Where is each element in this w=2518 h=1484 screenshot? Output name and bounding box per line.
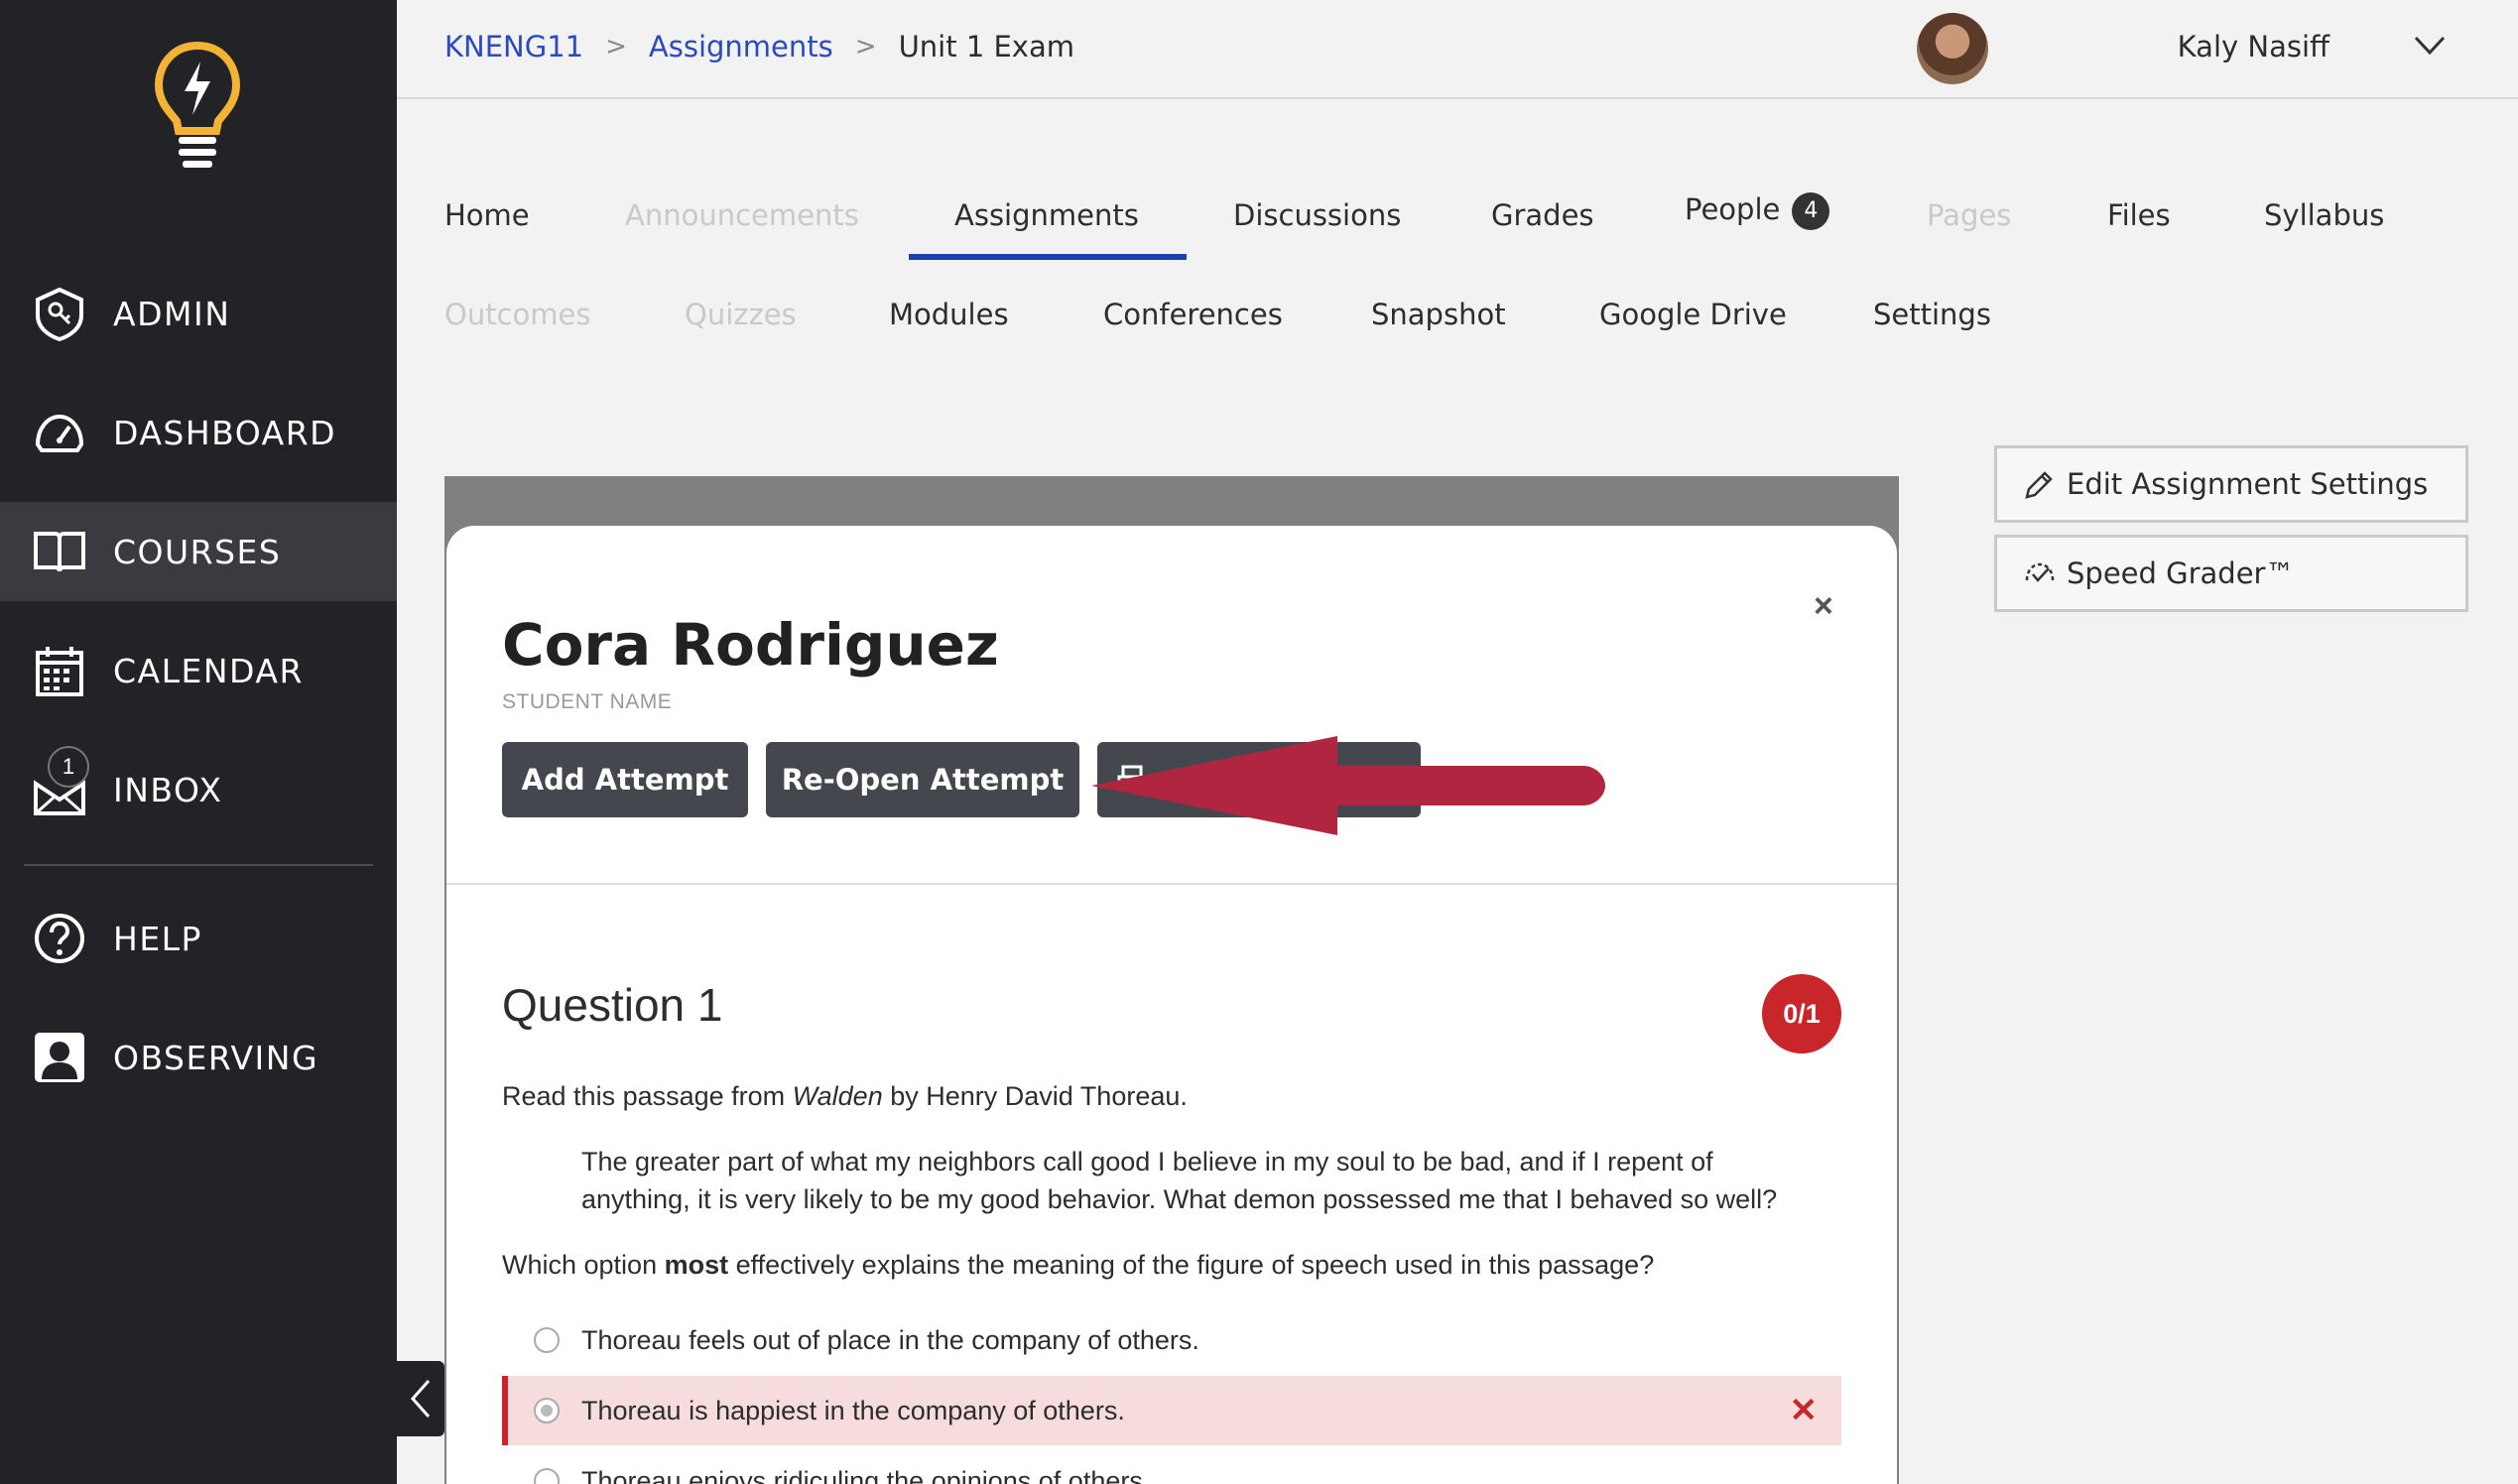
sidebar-item-label: DASHBOARD <box>113 413 337 452</box>
speed-grader-button[interactable]: Speed Grader™ <box>1994 535 2468 612</box>
sidebar-item-label: INBOX <box>113 770 223 809</box>
calendar-icon <box>36 647 83 696</box>
incorrect-x-icon: ✕ <box>1789 1392 1819 1429</box>
breadcrumb: KNENG11 > Assignments > Unit 1 Exam <box>444 30 1074 63</box>
answer-option[interactable]: Thoreau feels out of place in the compan… <box>502 1305 1841 1375</box>
sidebar-item-calendar[interactable]: CALENDAR <box>0 621 397 720</box>
sidebar-item-label: HELP <box>113 919 202 958</box>
pencil-icon <box>2025 471 2053 499</box>
tab-syllabus[interactable]: Syllabus <box>2264 198 2384 232</box>
answer-option-selected-wrong[interactable]: Thoreau is happiest in the company of ot… <box>502 1376 1841 1445</box>
answer-option-text: Thoreau enjoys ridiculing the opinions o… <box>581 1465 1151 1484</box>
tab-pages[interactable]: Pages <box>1927 198 2011 232</box>
answer-option-text: Thoreau is happiest in the company of ot… <box>581 1395 1125 1425</box>
sidebar-item-label: CALENDAR <box>113 651 304 690</box>
tab-people-label: People <box>1685 192 1781 226</box>
user-name[interactable]: Kaly Nasiff <box>2178 30 2329 63</box>
tab-snapshot[interactable]: Snapshot <box>1371 298 1506 331</box>
edit-assignment-settings-label: Edit Assignment Settings <box>2067 467 2429 501</box>
breadcrumb-separator-icon: > <box>854 32 877 62</box>
sidebar-item-label: ADMIN <box>113 294 231 333</box>
reopen-attempt-button[interactable]: Re-Open Attempt <box>766 742 1079 817</box>
question-intro-post: by Henry David Thoreau. <box>882 1081 1188 1111</box>
question-title: Question 1 <box>502 979 723 1031</box>
tab-home[interactable]: Home <box>444 198 530 232</box>
question-intro-pre: Read this passage from <box>502 1081 793 1111</box>
tab-assignments[interactable]: Assignments <box>954 198 1139 232</box>
person-icon <box>35 1033 84 1082</box>
breadcrumb-course-link[interactable]: KNENG11 <box>444 30 583 63</box>
people-count-badge: 4 <box>1792 192 1830 230</box>
answer-option[interactable]: Thoreau enjoys ridiculing the opinions o… <box>502 1446 1841 1484</box>
collapse-sidebar-button[interactable] <box>397 1361 444 1436</box>
tab-settings[interactable]: Settings <box>1873 298 1991 331</box>
tab-discussions[interactable]: Discussions <box>1233 198 1401 232</box>
student-attempt-modal: × Cora Rodriguez STUDENT NAME Add Attemp… <box>446 526 1897 1484</box>
sidebar-item-help[interactable]: HELP <box>0 889 397 988</box>
sidebar-item-dashboard[interactable]: DASHBOARD <box>0 383 397 482</box>
chevron-left-icon <box>410 1380 431 1418</box>
radio-button[interactable] <box>534 1327 560 1353</box>
edit-assignment-settings-button[interactable]: Edit Assignment Settings <box>1994 445 2468 523</box>
help-icon <box>35 914 84 963</box>
speed-grader-icon <box>2025 562 2055 582</box>
annotation-arrow-icon <box>1091 736 1605 835</box>
close-icon[interactable]: × <box>1814 587 1833 626</box>
passage-line: anything, it is very likely to be my goo… <box>581 1184 1778 1214</box>
sidebar-divider <box>24 864 373 866</box>
passage-line: The greater part of what my neighbors ca… <box>581 1147 1713 1176</box>
modal-divider <box>446 883 1897 885</box>
radio-button-selected[interactable] <box>534 1398 560 1423</box>
passage-quote: The greater part of what my neighbors ca… <box>581 1143 1777 1218</box>
active-tab-indicator <box>909 254 1187 260</box>
answer-option-text: Thoreau feels out of place in the compan… <box>581 1324 1199 1355</box>
question-prompt-emphasis: most <box>664 1250 729 1280</box>
add-attempt-button[interactable]: Add Attempt <box>502 742 748 817</box>
sidebar-item-label: OBSERVING <box>113 1038 319 1077</box>
tab-files[interactable]: Files <box>2107 198 2171 232</box>
speed-grader-label: Speed Grader™ <box>2067 556 2295 590</box>
score-badge: 0/1 <box>1762 974 1841 1053</box>
sidebar-item-observing[interactable]: OBSERVING <box>0 1008 397 1107</box>
top-header: KNENG11 > Assignments > Unit 1 Exam Kaly… <box>397 0 2518 99</box>
question-intro: Read this passage from Walden by Henry D… <box>502 1077 1188 1115</box>
inbox-count-badge: 1 <box>48 746 89 788</box>
tab-modules[interactable]: Modules <box>889 298 1009 331</box>
tab-quizzes[interactable]: Quizzes <box>685 298 797 331</box>
sidebar-item-admin[interactable]: ADMIN <box>0 264 397 363</box>
question-prompt-pre: Which option <box>502 1250 665 1280</box>
book-title: Walden <box>792 1081 883 1111</box>
tab-grades[interactable]: Grades <box>1491 198 1594 232</box>
question-prompt: Which option most effectively explains t… <box>502 1246 1654 1284</box>
student-name: Cora Rodriguez <box>502 611 999 679</box>
chevron-down-icon[interactable] <box>2413 34 2447 58</box>
tab-google-drive[interactable]: Google Drive <box>1599 298 1787 331</box>
breadcrumb-separator-icon: > <box>605 32 627 62</box>
avatar[interactable] <box>1917 13 1988 84</box>
shield-key-icon <box>36 287 83 341</box>
lightbulb-logo-icon[interactable] <box>153 40 242 174</box>
speedometer-icon <box>35 414 84 452</box>
student-name-label: STUDENT NAME <box>502 690 673 713</box>
breadcrumb-current: Unit 1 Exam <box>898 30 1074 63</box>
sidebar-item-label: COURSES <box>113 532 282 571</box>
sidebar: ADMIN DASHBOARD COURSES CALENDAR INBOX 1… <box>0 0 397 1484</box>
sidebar-item-courses[interactable]: COURSES <box>0 502 397 601</box>
breadcrumb-assignments-link[interactable]: Assignments <box>649 30 833 63</box>
book-icon <box>34 532 85 572</box>
question-prompt-post: effectively explains the meaning of the … <box>728 1250 1655 1280</box>
tab-outcomes[interactable]: Outcomes <box>444 298 590 331</box>
tab-announcements[interactable]: Announcements <box>625 198 859 232</box>
radio-button[interactable] <box>534 1468 560 1484</box>
tab-people[interactable]: People 4 <box>1685 192 1830 230</box>
tab-conferences[interactable]: Conferences <box>1103 298 1283 331</box>
